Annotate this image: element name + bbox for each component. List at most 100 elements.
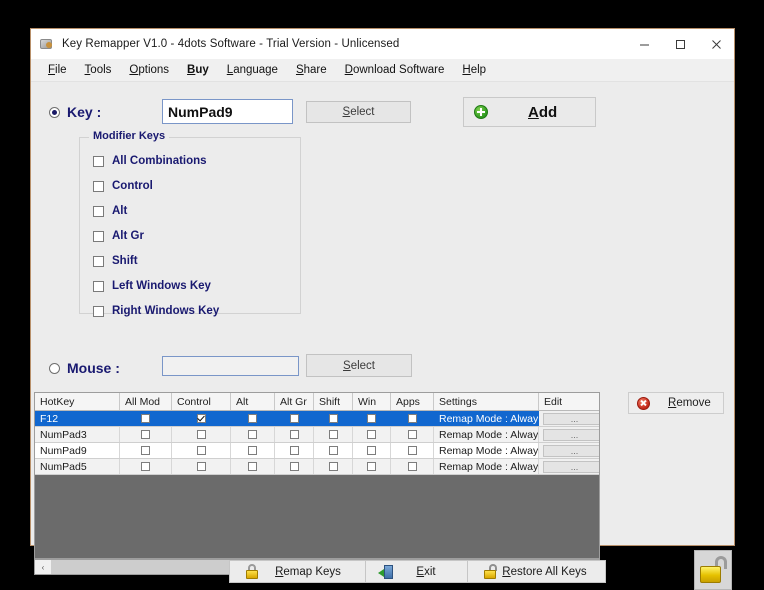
menu-item-download-software[interactable]: Download Software [336,62,454,78]
table-row[interactable]: NumPad9 Remap Mode : Always... [35,443,599,459]
cell-shift-checkbox[interactable] [314,443,353,458]
cell-alt-checkbox[interactable] [231,411,275,426]
menu-item-options[interactable]: Options [120,62,178,78]
menu-item-language[interactable]: Language [218,62,287,78]
table-row[interactable]: NumPad3 Remap Mode : Always... [35,427,599,443]
cell-edit[interactable]: ... [539,459,599,474]
cell-apps-checkbox[interactable] [391,427,434,442]
edit-ellipsis-button[interactable]: ... [543,460,599,473]
cell-alt-gr-checkbox[interactable] [275,443,314,458]
column-header-apps[interactable]: Apps [391,393,434,410]
checkbox-indicator [367,462,376,471]
checkbox-indicator [248,414,257,423]
checkbox-indicator [248,462,257,471]
cell-all-mod-checkbox[interactable] [120,411,172,426]
exit-button[interactable]: Exit [365,560,473,583]
modifier-label: Right Windows Key [112,305,220,317]
key-select-button[interactable]: Select [306,101,411,123]
mouse-radio[interactable]: Mouse : [49,360,120,376]
cell-win-checkbox[interactable] [353,443,391,458]
column-header-alt[interactable]: Alt [231,393,275,410]
modifier-checkbox-all-combinations[interactable]: All Combinations [93,155,207,167]
modifier-checkbox-shift[interactable]: Shift [93,255,138,267]
red-x-circle-icon [637,396,650,410]
edit-ellipsis-button[interactable]: ... [543,412,599,425]
column-header-control[interactable]: Control [172,393,231,410]
checkbox-indicator [407,414,417,423]
table-body: F12 Remap Mode : Always... NumPad3 Remap Mo… [35,411,599,475]
cell-apps-checkbox[interactable] [391,443,434,458]
cell-alt-gr-checkbox[interactable] [275,411,314,426]
add-button[interactable]: Add [463,97,596,127]
maximize-icon[interactable] [662,29,698,59]
table-row[interactable]: F12 Remap Mode : Always... [35,411,599,427]
column-header-shift[interactable]: Shift [314,393,353,410]
modifier-label: Alt [112,205,128,217]
modifier-checkbox-alt-gr[interactable]: Alt Gr [93,230,144,242]
cell-edit[interactable]: ... [539,427,599,442]
menu-item-help[interactable]: Help [453,62,495,78]
modifier-checkbox-control[interactable]: Control [93,180,153,192]
key-radio[interactable]: Key : [49,104,101,120]
cell-alt-checkbox[interactable] [231,427,275,442]
checkbox-indicator [196,414,206,423]
menu-item-tools[interactable]: Tools [76,62,121,78]
edit-ellipsis-button[interactable]: ... [543,428,599,441]
checkbox-indicator [196,462,206,471]
cell-control-checkbox[interactable] [172,459,231,474]
window-controls [626,29,734,59]
menu-item-file[interactable]: File [39,62,76,78]
checkbox-indicator [141,446,150,455]
modifier-checkbox-left-windows-key[interactable]: Left Windows Key [93,280,211,292]
remap-keys-label: Remap Keys [275,565,341,578]
cell-control-checkbox[interactable] [172,427,231,442]
key-icon [39,36,55,52]
menu-item-buy[interactable]: Buy [178,62,218,78]
cell-alt-gr-checkbox[interactable] [275,427,314,442]
modifier-checkbox-right-windows-key[interactable]: Right Windows Key [93,305,219,317]
column-header-win[interactable]: Win [353,393,391,410]
edit-ellipsis-button[interactable]: ... [543,444,599,457]
cell-apps-checkbox[interactable] [391,459,434,474]
column-header-all-mod[interactable]: All Mod [120,393,172,410]
cell-shift-checkbox[interactable] [314,411,353,426]
menu-item-share[interactable]: Share [287,62,336,78]
cell-edit[interactable]: ... [539,411,599,426]
column-header-edit[interactable]: Edit [539,393,599,410]
cell-control-checkbox[interactable] [172,411,231,426]
scroll-left-arrow-icon[interactable]: ‹ [35,560,51,574]
cell-hotkey: F12 [35,411,120,426]
cell-apps-checkbox[interactable] [391,411,434,426]
cell-win-checkbox[interactable] [353,459,391,474]
close-icon[interactable] [698,29,734,59]
mouse-radio-label: Mouse : [67,360,120,376]
cell-win-checkbox[interactable] [353,427,391,442]
table-row[interactable]: NumPad5 Remap Mode : Always... [35,459,599,475]
minimize-icon[interactable] [626,29,662,59]
checkbox-indicator [141,430,150,439]
open-padlock-icon[interactable] [694,550,732,590]
green-plus-icon [474,105,488,119]
column-header-alt-gr[interactable]: Alt Gr [275,393,314,410]
column-header-settings[interactable]: Settings [434,393,539,410]
cell-shift-checkbox[interactable] [314,427,353,442]
modifier-checkbox-alt[interactable]: Alt [93,205,127,217]
mouse-input[interactable] [162,356,299,376]
cell-alt-gr-checkbox[interactable] [275,459,314,474]
cell-alt-checkbox[interactable] [231,443,275,458]
remap-keys-button[interactable]: Remap Keys [229,560,371,583]
remove-button[interactable]: Remove [628,392,724,414]
cell-win-checkbox[interactable] [353,411,391,426]
checkbox-indicator [289,414,299,423]
cell-control-checkbox[interactable] [172,443,231,458]
column-header-hotkey[interactable]: HotKey [35,393,120,410]
cell-shift-checkbox[interactable] [314,459,353,474]
cell-all-mod-checkbox[interactable] [120,427,172,442]
restore-all-keys-button[interactable]: Restore All Keys [467,560,606,583]
cell-alt-checkbox[interactable] [231,459,275,474]
cell-all-mod-checkbox[interactable] [120,459,172,474]
key-input[interactable] [162,99,293,124]
mouse-select-button[interactable]: Select [306,354,412,377]
cell-all-mod-checkbox[interactable] [120,443,172,458]
cell-edit[interactable]: ... [539,443,599,458]
